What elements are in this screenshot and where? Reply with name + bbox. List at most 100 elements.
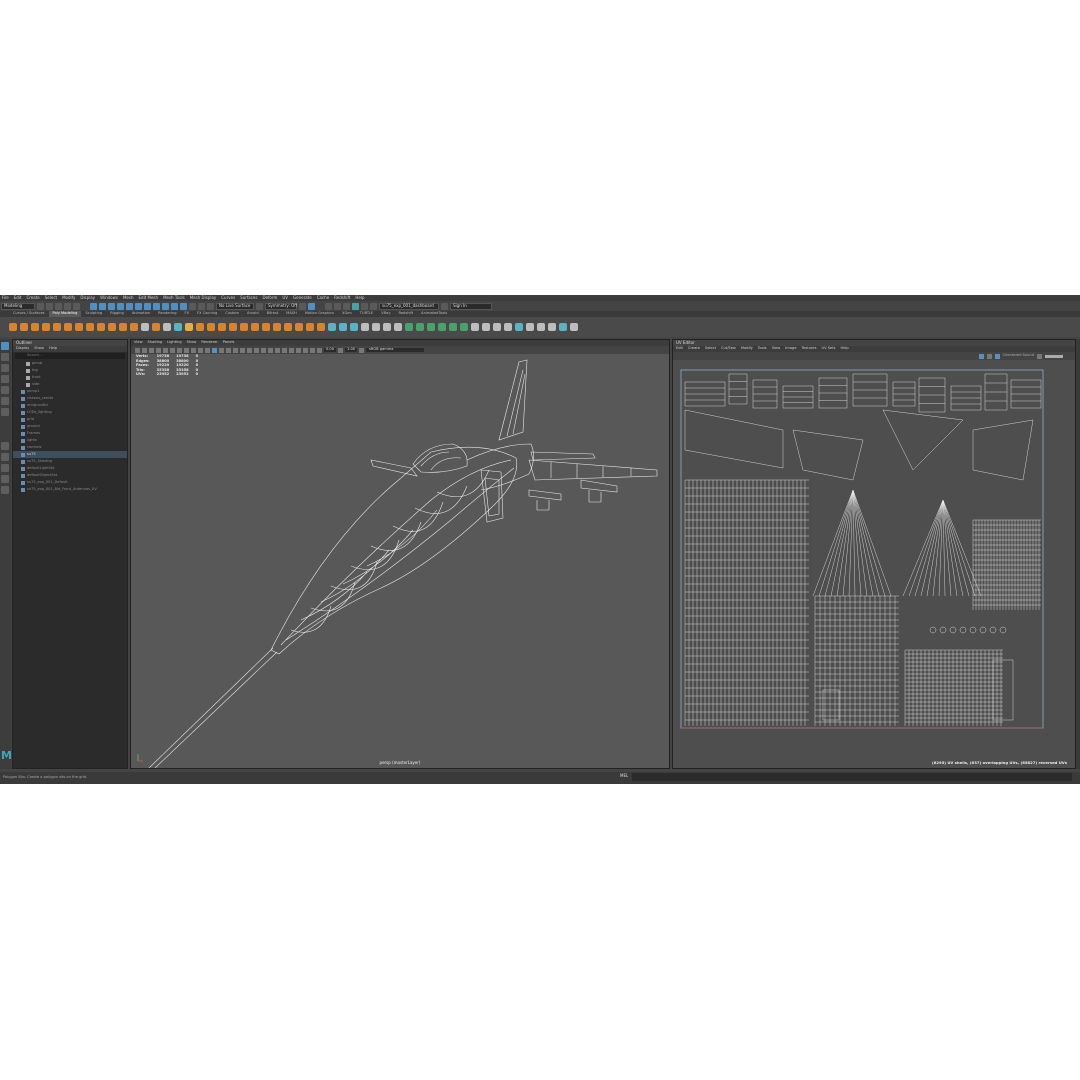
uv-menu-help[interactable]: Help [840, 347, 848, 351]
uv-menu-select[interactable]: Select [705, 347, 716, 351]
soften-icon[interactable] [537, 323, 545, 331]
outliner-item[interactable]: side [13, 381, 127, 388]
outliner-item[interactable]: defaultObjectSet [13, 472, 127, 479]
boolean-icon[interactable] [262, 323, 270, 331]
bevel-icon[interactable] [218, 323, 226, 331]
spherical-uv-icon[interactable] [427, 323, 435, 331]
menu-surfaces[interactable]: Surfaces [240, 296, 257, 300]
outliner-item[interactable]: top [13, 367, 127, 374]
text-icon[interactable] [141, 323, 149, 331]
cone-icon[interactable] [42, 323, 50, 331]
disc-icon[interactable] [75, 323, 83, 331]
render-current-icon[interactable] [308, 302, 315, 310]
uv-menu-edit[interactable]: Edit [676, 347, 683, 351]
crease-icon[interactable] [361, 323, 369, 331]
outliner-layout-icon[interactable] [1, 475, 9, 483]
snap-curve-icon[interactable] [126, 302, 133, 310]
extrude-icon[interactable] [196, 323, 204, 331]
light-editor-icon[interactable] [361, 302, 368, 310]
outliner-item[interactable]: lights [13, 437, 127, 444]
harden-icon[interactable] [548, 323, 556, 331]
uv-layout-canvas[interactable] [673, 360, 1075, 769]
menu-create[interactable]: Create [26, 296, 39, 300]
menu-redshift[interactable]: Redshift [334, 296, 350, 300]
make-live-icon[interactable] [153, 302, 160, 310]
history-icon[interactable] [162, 302, 169, 310]
render-view-icon[interactable] [325, 302, 332, 310]
outliner-item[interactable]: LODs_lighting [13, 409, 127, 416]
sign-in-dropdown[interactable]: Sign In [450, 302, 492, 310]
select-component-icon[interactable] [108, 302, 115, 310]
collapse-icon[interactable] [251, 323, 259, 331]
uv-menu-view[interactable]: View [772, 347, 781, 351]
outliner-item[interactable]: su75_exp_001_Bid_Front_Antennas_UV [13, 486, 127, 493]
smooth-icon[interactable] [185, 323, 193, 331]
auto-uv-icon[interactable] [438, 323, 446, 331]
uv-brightness-slider[interactable] [1045, 354, 1063, 358]
camera-icon[interactable] [207, 302, 214, 310]
pipe-icon[interactable] [119, 323, 127, 331]
menu-select[interactable]: Select [45, 296, 57, 300]
outliner-item[interactable]: defaultLightSet [13, 465, 127, 472]
menu-file[interactable]: File [2, 296, 9, 300]
layout-uv-icon[interactable] [460, 323, 468, 331]
save-scene-icon[interactable] [55, 302, 62, 310]
select-object-icon[interactable] [99, 302, 106, 310]
menu-mesh-tools[interactable]: Mesh Tools [163, 296, 185, 300]
plane-icon[interactable] [64, 323, 72, 331]
select-hierarchy-icon[interactable] [90, 302, 97, 310]
bridge-icon[interactable] [207, 323, 215, 331]
select-tool-icon[interactable] [1, 342, 9, 350]
target-weld-icon[interactable] [295, 323, 303, 331]
edge-loop-icon[interactable] [328, 323, 336, 331]
live-surface-field[interactable]: No Live Surface [216, 302, 254, 310]
symmetry-icon[interactable] [256, 302, 263, 310]
freeze-icon[interactable] [504, 323, 512, 331]
outliner-menu-help[interactable]: Help [49, 347, 57, 351]
uv-image-icon[interactable] [1037, 353, 1042, 359]
outliner-item[interactable]: ground [13, 423, 127, 430]
four-view-layout-icon[interactable] [1, 453, 9, 461]
uv-menu-create[interactable]: Create [688, 347, 700, 351]
outliner-item[interactable]: persp1 [13, 388, 127, 395]
snap-view-plane-icon[interactable] [144, 302, 151, 310]
render-settings2-icon[interactable] [343, 302, 350, 310]
menu-generate[interactable]: Generate [293, 296, 312, 300]
outliner-search-input[interactable]: Search... [15, 353, 125, 359]
uv-distortion-icon[interactable] [986, 353, 992, 359]
menu-mesh-display[interactable]: Mesh Display [190, 296, 217, 300]
outliner-item[interactable]: front [13, 374, 127, 381]
separate-icon[interactable] [174, 323, 182, 331]
workspace-dropdown[interactable]: su75_exp_001_dashboard [379, 302, 439, 310]
outliner-item[interactable]: chassis_center [13, 395, 127, 402]
cube-icon[interactable] [20, 323, 28, 331]
cylindrical-uv-icon[interactable] [416, 323, 424, 331]
sew-uv-icon[interactable] [482, 323, 490, 331]
render-sequence-icon[interactable] [334, 302, 341, 310]
new-scene-icon[interactable] [37, 302, 44, 310]
normals-icon[interactable] [526, 323, 534, 331]
snap-grid-icon[interactable] [117, 302, 124, 310]
fill-hole-icon[interactable] [229, 323, 237, 331]
snap-point-icon[interactable] [135, 302, 142, 310]
mirror-icon[interactable] [273, 323, 281, 331]
pyramid-icon[interactable] [97, 323, 105, 331]
poke-icon[interactable] [383, 323, 391, 331]
outliner-item[interactable]: su75 [13, 451, 127, 458]
move-tool-icon[interactable] [1, 375, 9, 383]
uv-menu-modify[interactable]: Modify [741, 347, 753, 351]
menu-curves[interactable]: Curves [221, 296, 235, 300]
outliner-item[interactable]: controls [13, 444, 127, 451]
cut-uv-icon[interactable] [471, 323, 479, 331]
menu-modify[interactable]: Modify [62, 296, 75, 300]
workspace-icon[interactable] [441, 302, 448, 310]
menu-edit[interactable]: Edit [14, 296, 22, 300]
quad-draw-icon[interactable] [317, 323, 325, 331]
lasso-tool-icon[interactable] [1, 353, 9, 361]
cylinder-icon[interactable] [31, 323, 39, 331]
wedge-icon[interactable] [372, 323, 380, 331]
paint-select-icon[interactable] [1, 364, 9, 372]
conform-icon[interactable] [570, 323, 578, 331]
reverse-icon[interactable] [559, 323, 567, 331]
undo-icon[interactable] [64, 302, 71, 310]
